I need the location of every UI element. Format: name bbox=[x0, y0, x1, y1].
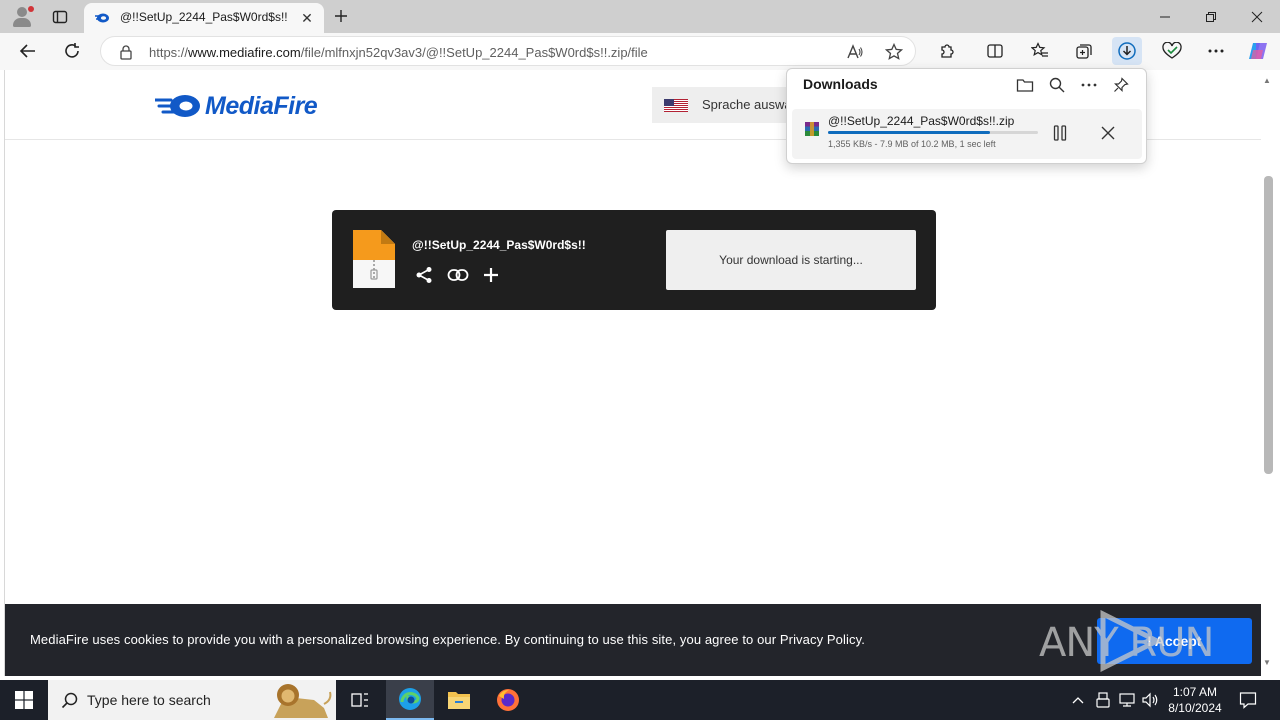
new-tab-icon[interactable] bbox=[330, 5, 352, 27]
vertical-scrollbar[interactable]: ▲ ▼ bbox=[1261, 70, 1280, 676]
anyrun-watermark: ANY RUN bbox=[1039, 610, 1239, 672]
share-icon[interactable] bbox=[413, 264, 435, 286]
url-domain: www.mediafire.com bbox=[188, 45, 301, 60]
back-icon[interactable] bbox=[13, 37, 43, 65]
clock-time: 1:07 AM bbox=[1172, 685, 1218, 699]
zip-file-icon bbox=[353, 230, 395, 288]
mediafire-logo-text: MediaFire bbox=[205, 92, 318, 120]
network-icon[interactable] bbox=[1117, 690, 1137, 710]
url-path: /file/mlfnxjn52qv3av3/@!!SetUp_2244_Pas$… bbox=[300, 45, 648, 60]
pin-icon[interactable] bbox=[1110, 74, 1132, 96]
copilot-icon[interactable] bbox=[1243, 37, 1273, 65]
edge-taskbar-icon[interactable] bbox=[386, 680, 434, 720]
downloads-title: Downloads bbox=[803, 76, 878, 92]
show-hidden-icons-chevron-icon[interactable] bbox=[1068, 690, 1088, 710]
download-status: Your download is starting... bbox=[666, 230, 916, 290]
task-view-icon[interactable] bbox=[336, 680, 384, 720]
open-folder-icon[interactable] bbox=[1014, 74, 1036, 96]
cookie-banner: MediaFire uses cookies to provide you wi… bbox=[5, 604, 1262, 676]
favorites-icon[interactable] bbox=[1025, 37, 1055, 65]
url-prefix: https:// bbox=[149, 45, 189, 60]
tab-title: @!!SetUp_2244_Pas$W0rd$s!! bbox=[120, 10, 288, 24]
collections-icon[interactable] bbox=[1069, 37, 1099, 65]
address-bar[interactable]: https://www.mediafire.com/file/mlfnxjn52… bbox=[100, 36, 916, 66]
pause-icon[interactable] bbox=[1048, 121, 1072, 145]
tab-mediafire[interactable]: @!!SetUp_2244_Pas$W0rd$s!! ✕ bbox=[84, 3, 324, 33]
taskbar: Type here to search 1:07 AM 8/10/2024 bbox=[0, 680, 1280, 720]
restore-icon[interactable] bbox=[1188, 0, 1234, 33]
downloads-more-icon[interactable] bbox=[1078, 74, 1100, 96]
firefox-icon[interactable] bbox=[484, 680, 532, 720]
download-meta: 1,355 KB/s - 7.9 MB of 10.2 MB, 1 sec le… bbox=[828, 139, 996, 149]
us-flag-icon bbox=[664, 99, 688, 112]
scroll-down-icon[interactable]: ▼ bbox=[1263, 658, 1271, 667]
close-window-icon[interactable] bbox=[1234, 0, 1280, 33]
language-label: Sprache auswä bbox=[702, 97, 792, 112]
download-progress-bar bbox=[828, 131, 1038, 134]
file-explorer-icon[interactable] bbox=[435, 680, 483, 720]
minimize-icon[interactable] bbox=[1142, 0, 1188, 33]
lock-icon[interactable] bbox=[119, 44, 133, 65]
winrar-file-icon bbox=[804, 121, 820, 137]
downloads-panel: Downloads @!!SetUp_2244_Pas$W0rd$s!!.zip… bbox=[786, 68, 1147, 164]
usb-device-icon[interactable] bbox=[1093, 690, 1113, 710]
taskbar-search[interactable]: Type here to search bbox=[48, 680, 336, 720]
volume-icon[interactable] bbox=[1141, 690, 1161, 710]
file-name: @!!SetUp_2244_Pas$W0rd$s!! bbox=[412, 238, 586, 252]
cookie-text: MediaFire uses cookies to provide you wi… bbox=[30, 632, 865, 647]
file-card: @!!SetUp_2244_Pas$W0rd$s!! Your download… bbox=[332, 210, 936, 310]
refresh-icon[interactable] bbox=[57, 37, 87, 65]
copy-link-icon[interactable] bbox=[447, 264, 469, 286]
scrollbar-thumb[interactable] bbox=[1264, 176, 1273, 474]
profile-icon[interactable] bbox=[9, 4, 35, 30]
more-menu-icon[interactable] bbox=[1201, 37, 1231, 65]
lion-search-highlight-icon bbox=[266, 682, 334, 718]
favorite-star-icon[interactable] bbox=[884, 42, 904, 62]
search-downloads-icon[interactable] bbox=[1046, 74, 1068, 96]
taskbar-clock[interactable]: 1:07 AM 8/10/2024 bbox=[1160, 684, 1230, 716]
tab-bar: @!!SetUp_2244_Pas$W0rd$s!! ✕ bbox=[0, 0, 1280, 33]
split-screen-icon[interactable] bbox=[980, 37, 1010, 65]
search-placeholder: Type here to search bbox=[87, 692, 211, 708]
download-item[interactable]: @!!SetUp_2244_Pas$W0rd$s!!.zip 1,355 KB/… bbox=[792, 109, 1142, 159]
downloads-icon[interactable] bbox=[1112, 37, 1142, 65]
browser-essentials-icon[interactable] bbox=[1157, 37, 1187, 65]
cancel-download-icon[interactable] bbox=[1096, 121, 1120, 145]
clock-date: 8/10/2024 bbox=[1168, 701, 1222, 715]
add-icon[interactable] bbox=[480, 264, 502, 286]
browser-toolbar: https://www.mediafire.com/file/mlfnxjn52… bbox=[0, 33, 1280, 70]
mediafire-favicon-icon bbox=[94, 10, 110, 26]
url-text: https://www.mediafire.com/file/mlfnxjn52… bbox=[149, 45, 648, 60]
watermark-text: ANY RUN bbox=[1039, 620, 1214, 666]
read-aloud-icon[interactable] bbox=[845, 42, 865, 62]
download-progress-fill bbox=[828, 131, 990, 134]
tab-actions-icon[interactable] bbox=[46, 4, 74, 30]
start-windows-icon[interactable] bbox=[0, 680, 48, 720]
scroll-up-icon[interactable]: ▲ bbox=[1263, 76, 1271, 85]
download-filename: @!!SetUp_2244_Pas$W0rd$s!!.zip bbox=[828, 114, 1015, 128]
notifications-icon[interactable] bbox=[1238, 690, 1258, 710]
search-icon bbox=[61, 692, 78, 709]
tab-close-icon[interactable]: ✕ bbox=[298, 9, 316, 27]
extensions-icon[interactable] bbox=[932, 37, 962, 65]
